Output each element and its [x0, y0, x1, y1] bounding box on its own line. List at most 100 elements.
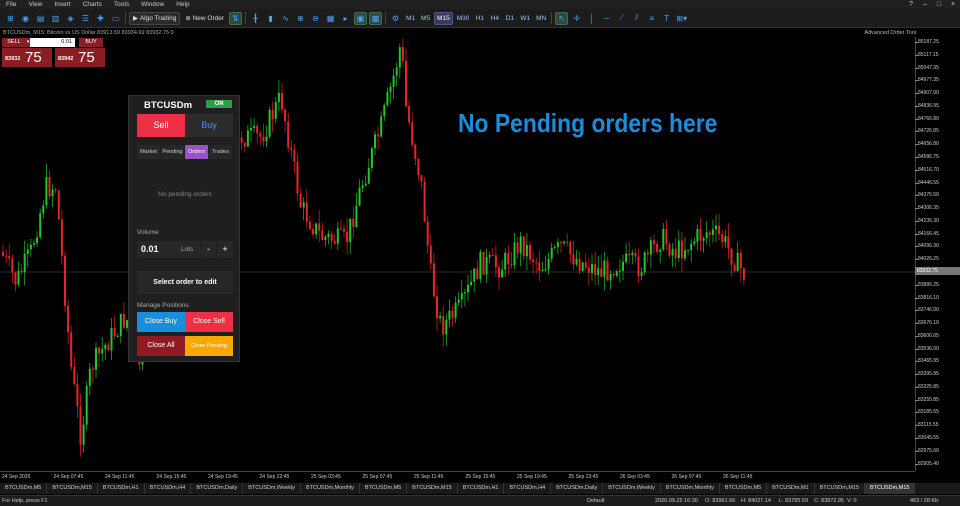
candle-body: [634, 252, 637, 257]
profile-name[interactable]: Default: [587, 498, 604, 504]
chart-tab[interactable]: BTCUSDm,M15: [47, 483, 98, 494]
text-icon[interactable]: T: [660, 12, 673, 25]
menu-window[interactable]: Window: [135, 0, 170, 9]
timeframe-m5[interactable]: M5: [419, 12, 432, 25]
timeframe-m1[interactable]: M1: [404, 12, 417, 25]
tab-trades[interactable]: Trades: [209, 145, 232, 159]
navigator-icon[interactable]: ▥: [49, 12, 62, 25]
menu-view[interactable]: View: [22, 0, 48, 9]
one-click-buy-button[interactable]: BUY: [79, 38, 103, 47]
indicators-icon[interactable]: ⚙: [389, 12, 402, 25]
vertical-line-icon[interactable]: │: [585, 12, 598, 25]
new-order-button[interactable]: ⊕ New Order: [182, 12, 227, 25]
timeframe-h4[interactable]: H4: [488, 12, 501, 25]
tile-icon[interactable]: ▣: [354, 11, 368, 25]
bid-price-button[interactable]: 83932 75: [2, 48, 52, 67]
candle-body: [547, 258, 550, 270]
one-click-volume-input[interactable]: 0.01: [30, 38, 75, 47]
menu-charts[interactable]: Charts: [77, 0, 108, 9]
volume-decrease-button[interactable]: -: [201, 241, 216, 258]
price-axis[interactable]: 85187.25 85117.15 85047.35 84977.35 84907.00…: [915, 37, 960, 471]
autoscroll-icon[interactable]: ▸: [339, 12, 352, 25]
bar-chart-icon[interactable]: ╂: [249, 12, 262, 25]
chart-tab[interactable]: BTCUSDm,Monthly: [661, 483, 720, 494]
horizontal-line-icon[interactable]: ─: [600, 12, 613, 25]
channel-icon[interactable]: ⫽: [630, 12, 643, 25]
menu-file[interactable]: File: [0, 0, 22, 9]
trendline-icon[interactable]: ⟋: [615, 12, 628, 25]
chart-tab[interactable]: BTCUSDm,M15: [407, 483, 458, 494]
strategy-tester-icon[interactable]: ☰: [79, 12, 92, 25]
chart-tab[interactable]: BTCUSDm,M15: [815, 483, 866, 494]
zoom-in-icon[interactable]: ⊕: [294, 12, 307, 25]
timeframe-mn[interactable]: MN: [534, 12, 548, 25]
menu-insert[interactable]: Insert: [48, 0, 76, 9]
chart-tab[interactable]: BTCUSDm,Daily: [551, 483, 604, 494]
toolbar: ⊞ ◉ ▤ ▥ ◈ ☰ ✚ ▭ ▶ Algo Trading ⊕ New Ord…: [0, 9, 960, 28]
minimize-icon[interactable]: –: [918, 0, 932, 9]
chart-tab[interactable]: BTCUSDm,M15: [865, 483, 916, 494]
3d-icon[interactable]: ◈: [64, 12, 77, 25]
chart-tab[interactable]: BTCUSDm,Daily: [191, 483, 244, 494]
chart-tab[interactable]: BTCUSDm,H4: [504, 483, 552, 494]
cursor-icon[interactable]: ↖: [555, 11, 569, 25]
chart-tab[interactable]: BTCUSDm,M5: [720, 483, 768, 494]
menu-tools[interactable]: Tools: [108, 0, 135, 9]
panel-on-toggle[interactable]: ON: [206, 100, 232, 108]
tab-market[interactable]: Market: [137, 145, 160, 159]
candlestick-icon[interactable]: ▮: [264, 12, 277, 25]
chart-tab[interactable]: BTCUSDm,M5: [360, 483, 408, 494]
maximize-icon[interactable]: □: [932, 0, 946, 9]
chart-tab[interactable]: BTCUSDm,H1: [98, 483, 145, 494]
chart-tab[interactable]: BTCUSDm,Weekly: [243, 483, 301, 494]
close-icon[interactable]: ×: [946, 0, 960, 9]
fibonacci-icon[interactable]: ≡: [645, 12, 658, 25]
panel-sell-button[interactable]: Sell: [137, 114, 185, 137]
candle-body: [612, 274, 615, 276]
line-chart-icon[interactable]: ∿: [279, 12, 292, 25]
chart-tab[interactable]: BTCUSDm,H1: [458, 483, 505, 494]
crosshair-icon[interactable]: ✛: [570, 12, 583, 25]
candle-body: [606, 260, 609, 281]
close-all-button[interactable]: Close All: [137, 336, 185, 356]
tab-orders[interactable]: Orders: [185, 145, 208, 159]
one-click-sell-button[interactable]: SELL: [2, 38, 26, 47]
chart-tab[interactable]: BTCUSDm,H4: [145, 483, 192, 494]
chart-tab[interactable]: BTCUSDm,M5: [0, 483, 48, 494]
select-order-button[interactable]: Select order to edit: [137, 271, 233, 294]
new-chart-icon[interactable]: ⊞: [4, 12, 17, 25]
algo-trading-button[interactable]: ▶ Algo Trading: [129, 11, 181, 25]
ask-price-button[interactable]: 83942 75: [55, 48, 105, 67]
profiles-icon[interactable]: ◉: [19, 12, 32, 25]
game-icon[interactable]: ✚: [94, 12, 107, 25]
candle-body: [405, 60, 407, 107]
terminal-icon[interactable]: ▭: [109, 12, 122, 25]
candle-body: [290, 147, 293, 150]
market-watch-icon[interactable]: ▤: [34, 12, 47, 25]
timeframe-m30[interactable]: M30: [455, 12, 472, 25]
candle-body: [82, 424, 85, 445]
chart-tab[interactable]: BTCUSDm,Weekly: [603, 483, 661, 494]
volume-input[interactable]: 0.01 Lots: [137, 241, 200, 258]
chart-tab[interactable]: BTCUSDm,Monthly: [301, 483, 360, 494]
shapes-icon[interactable]: ⊞▾: [675, 12, 688, 25]
candle-body: [336, 228, 339, 244]
zoom-out-icon[interactable]: ⊖: [309, 12, 322, 25]
help-icon[interactable]: ?: [904, 0, 918, 9]
volume-increase-button[interactable]: +: [217, 241, 233, 258]
timeframe-w1[interactable]: W1: [518, 12, 532, 25]
chart-tab[interactable]: BTCUSDm,M1: [767, 483, 815, 494]
timeframe-d1[interactable]: D1: [503, 12, 516, 25]
cascade-icon[interactable]: ▩: [369, 11, 383, 25]
close-pending-button[interactable]: Close Pending: [185, 336, 233, 356]
chart-shift-icon[interactable]: ⇅: [229, 11, 243, 25]
close-sell-button[interactable]: Close Sell: [185, 312, 233, 332]
tab-pending[interactable]: Pending: [161, 145, 184, 159]
grid-icon[interactable]: ▦: [324, 12, 337, 25]
close-buy-button[interactable]: Close Buy: [137, 312, 185, 332]
timeframe-h1[interactable]: H1: [473, 12, 486, 25]
time-axis[interactable]: 24 Sep 2026 24 Sep 07:45 24 Sep 11:45 24 Se…: [0, 471, 915, 480]
menu-help[interactable]: Help: [170, 0, 195, 9]
panel-buy-button[interactable]: Buy: [185, 114, 233, 137]
timeframe-m15[interactable]: M15: [434, 11, 453, 25]
